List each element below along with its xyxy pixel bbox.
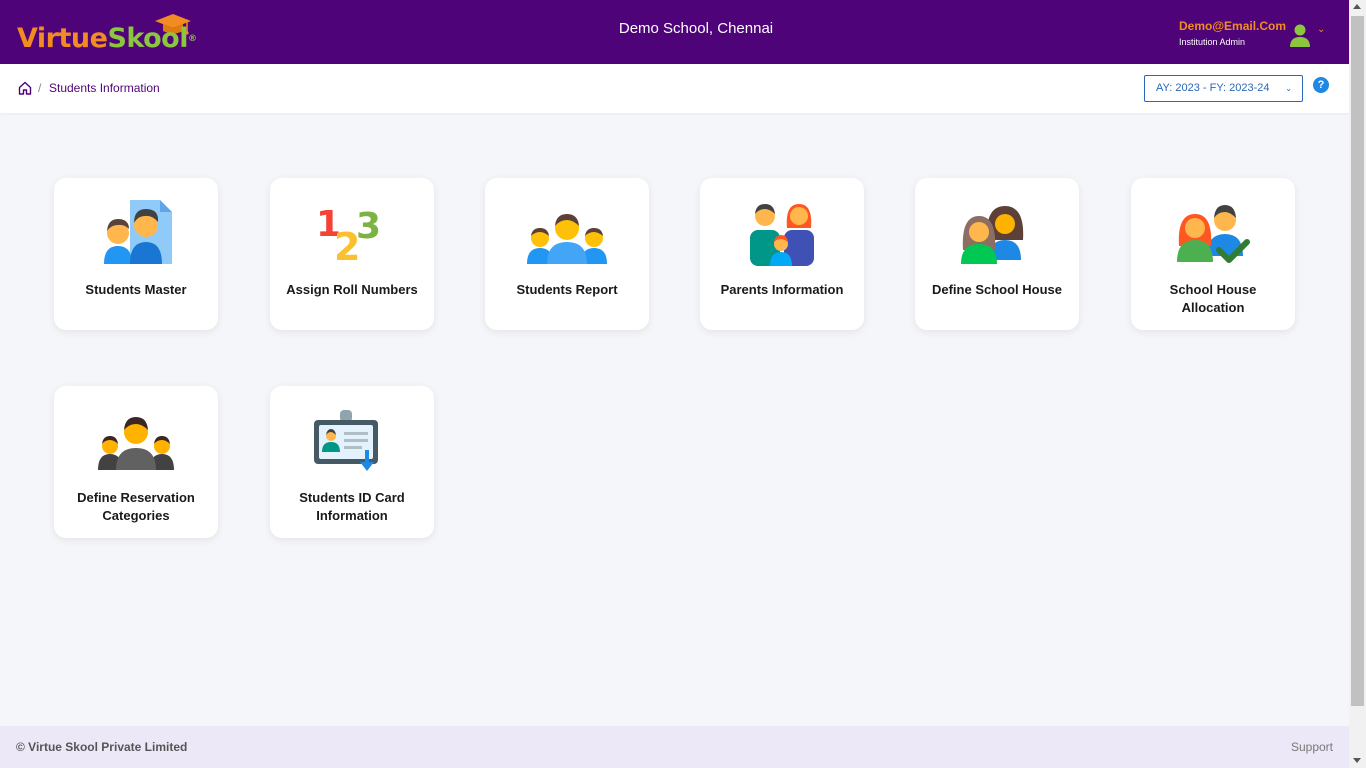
roll-numbers-icon: 1 2 3 [316,204,381,268]
module-card-define-school-house[interactable]: Define School House [915,178,1079,330]
breadcrumb-separator: / [38,81,42,95]
logo-part-skool: Skool [107,23,188,54]
academic-year-value: AY: 2023 - FY: 2023-24 [1156,82,1270,94]
module-card-school-house-allocation[interactable]: School House Allocation [1131,178,1295,330]
svg-text:3: 3 [356,206,381,247]
copyright-text: © Virtue Skool Private Limited [16,740,188,754]
module-card-students-report[interactable]: Students Report [485,178,649,330]
logo-wordmark: VirtueSkool® [17,22,197,56]
breadcrumb-current: Students Information [49,81,160,95]
brand-logo[interactable]: VirtueSkool® [17,12,217,56]
module-card-students-master[interactable]: Students Master [54,178,218,330]
chevron-down-icon[interactable]: ⌄ [1317,25,1325,35]
students-master-icon [104,200,172,264]
module-label: School House Allocation [1169,282,1257,315]
user-email: Demo@Email.Com [1179,19,1287,33]
module-label: Assign Roll Numbers [286,282,418,297]
logo-part-virtue: Virtue [17,23,108,54]
module-label: Define Reservation Categories [77,490,195,523]
module-label: Students Master [85,282,187,297]
students-report-icon [527,214,607,264]
module-card-parents-information[interactable]: Parents Information [700,178,864,330]
school-name: Demo School, Chennai [618,20,774,37]
logo-registered: ® [187,34,197,44]
top-header: VirtueSkool® Demo School, Chennai Demo@E… [0,0,1349,64]
academic-year-select[interactable]: AY: 2023 - FY: 2023-24 ⌄ [1144,75,1303,102]
breadcrumb-bar: / Students Information AY: 2023 - FY: 20… [0,64,1349,113]
module-label: Students Report [516,282,618,297]
chevron-down-icon: ⌄ [1285,84,1292,93]
user-avatar-icon[interactable] [1290,23,1310,47]
school-house-icon [961,206,1024,264]
reservation-icon [98,417,174,470]
app-root: VirtueSkool® Demo School, Chennai Demo@E… [0,0,1349,768]
support-link[interactable]: Support [1291,740,1333,754]
parents-icon [750,204,814,266]
help-icon[interactable]: ? [1313,77,1329,93]
house-allocation-icon [1177,205,1250,263]
module-card-define-reservation-categories[interactable]: Define Reservation Categories [54,386,218,538]
module-card-assign-roll-numbers[interactable]: 1 2 3 Assign Roll Numbers [270,178,434,330]
scroll-up-icon[interactable] [1353,4,1361,9]
home-icon[interactable] [18,81,32,95]
id-card-icon [314,410,378,471]
user-role: Institution Admin [1179,37,1246,47]
scroll-down-icon[interactable] [1353,758,1361,763]
module-label: Students ID Card Information [299,490,405,523]
page-footer: © Virtue Skool Private Limited Support [0,726,1349,768]
module-label: Define School House [931,282,1063,297]
vertical-scrollbar[interactable] [1349,0,1366,768]
scrollbar-thumb[interactable] [1351,16,1364,706]
user-menu[interactable]: Demo@Email.Com Institution Admin [1179,19,1286,48]
module-label: Parents Information [720,282,844,297]
module-card-students-id-card-information[interactable]: Students ID Card Information [270,386,434,538]
